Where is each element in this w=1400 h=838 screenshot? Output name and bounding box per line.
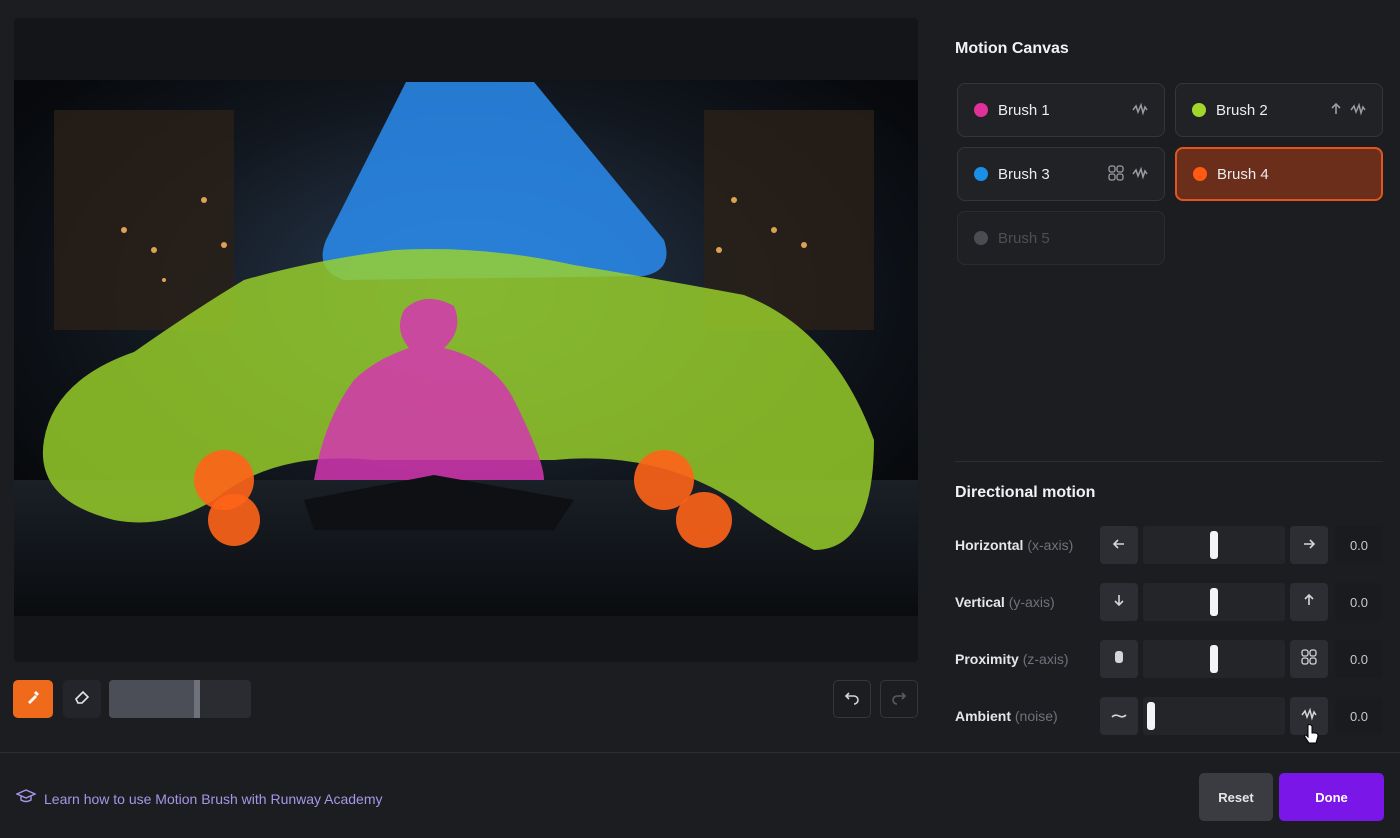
brush-name: Brush 3 bbox=[998, 165, 1050, 183]
vertical-label-axis: (y-axis) bbox=[1008, 594, 1055, 610]
arrow-up-icon bbox=[1330, 102, 1342, 119]
ambient-label: Ambient (noise) bbox=[955, 708, 1058, 724]
brush-motion-icons bbox=[1330, 102, 1366, 119]
undo-button[interactable] bbox=[833, 680, 871, 718]
brush-name: Brush 4 bbox=[1217, 165, 1269, 183]
motion-canvas[interactable] bbox=[14, 18, 918, 662]
proximity-value-input[interactable]: 0.0 bbox=[1335, 640, 1383, 678]
brush-color-dot bbox=[1193, 167, 1207, 181]
section-divider bbox=[955, 461, 1383, 462]
brush-motion-icons bbox=[1132, 102, 1148, 119]
mouse-cursor-icon bbox=[1304, 724, 1319, 744]
done-button[interactable]: Done bbox=[1279, 773, 1384, 821]
reset-button[interactable]: Reset bbox=[1199, 773, 1273, 821]
arrow-left-icon bbox=[1112, 537, 1126, 554]
noise-icon bbox=[1132, 166, 1148, 183]
horizontal-label-main: Horizontal bbox=[955, 537, 1024, 553]
brush-size-slider[interactable] bbox=[109, 680, 251, 718]
learn-link[interactable]: Learn how to use Motion Brush with Runwa… bbox=[15, 788, 383, 809]
eraser-icon bbox=[73, 688, 91, 711]
horizontal-label: Horizontal (x-axis) bbox=[955, 537, 1073, 553]
brush-card-3[interactable]: Brush 3 bbox=[957, 147, 1165, 201]
brush-size-fill bbox=[109, 680, 197, 718]
grid-icon bbox=[1301, 649, 1317, 669]
brush-icon bbox=[24, 688, 42, 711]
vertical-increase-button[interactable] bbox=[1290, 583, 1328, 621]
proximity-label-axis: (z-axis) bbox=[1022, 651, 1069, 667]
brush-size-knob[interactable] bbox=[194, 680, 200, 718]
ambient-decrease-button[interactable] bbox=[1100, 697, 1138, 735]
horizontal-slider[interactable] bbox=[1143, 526, 1285, 564]
horizontal-label-axis: (x-axis) bbox=[1027, 537, 1074, 553]
redo-button[interactable] bbox=[880, 680, 918, 718]
arrow-down-icon bbox=[1113, 593, 1125, 611]
horizontal-value-input[interactable]: 0.0 bbox=[1335, 526, 1383, 564]
ambient-slider-thumb[interactable] bbox=[1147, 702, 1155, 730]
brush-name: Brush 1 bbox=[998, 101, 1050, 119]
horizontal-decrease-button[interactable] bbox=[1100, 526, 1138, 564]
brush-card-5[interactable]: Brush 5 bbox=[957, 211, 1165, 265]
redo-icon bbox=[891, 689, 907, 710]
recede-icon bbox=[1113, 649, 1125, 669]
brush-card-1[interactable]: Brush 1 bbox=[957, 83, 1165, 137]
noise-icon bbox=[1132, 102, 1148, 119]
directional-motion-title: Directional motion bbox=[955, 484, 1096, 501]
proximity-slider[interactable] bbox=[1143, 640, 1285, 678]
arrow-right-icon bbox=[1302, 537, 1316, 554]
panel-title: Motion Canvas bbox=[955, 40, 1069, 57]
scene-image[interactable] bbox=[14, 80, 918, 616]
vertical-slider-thumb[interactable] bbox=[1210, 588, 1218, 616]
horizontal-motion-row: Horizontal (x-axis) 0.0 bbox=[955, 526, 1385, 564]
proximity-decrease-button[interactable] bbox=[1100, 640, 1138, 678]
vertical-label-main: Vertical bbox=[955, 594, 1005, 610]
noise-icon bbox=[1350, 102, 1366, 119]
ambient-value-input[interactable]: 0.0 bbox=[1335, 697, 1383, 735]
vertical-value-input[interactable]: 0.0 bbox=[1335, 583, 1383, 621]
proximity-icon bbox=[1108, 164, 1124, 184]
brush-name: Brush 5 bbox=[998, 229, 1050, 247]
brush-color-dot bbox=[974, 103, 988, 117]
ambient-label-main: Ambient bbox=[955, 708, 1011, 724]
proximity-label: Proximity (z-axis) bbox=[955, 651, 1069, 667]
arrow-up-icon bbox=[1303, 593, 1315, 611]
ambient-label-axis: (noise) bbox=[1014, 708, 1058, 724]
vertical-decrease-button[interactable] bbox=[1100, 583, 1138, 621]
brush-motion-icons bbox=[1108, 164, 1148, 184]
brush-tool-button[interactable] bbox=[13, 680, 53, 718]
eraser-tool-button[interactable] bbox=[63, 680, 101, 718]
proximity-increase-button[interactable] bbox=[1290, 640, 1328, 678]
vertical-slider[interactable] bbox=[1143, 583, 1285, 621]
brush-name: Brush 2 bbox=[1216, 101, 1268, 119]
vertical-motion-row: Vertical (y-axis) 0.0 bbox=[955, 583, 1385, 621]
ambient-slider[interactable] bbox=[1143, 697, 1285, 735]
undo-icon bbox=[844, 689, 860, 710]
flat-line-icon bbox=[1111, 708, 1127, 725]
brush-color-dot bbox=[1192, 103, 1206, 117]
brush-card-2[interactable]: Brush 2 bbox=[1175, 83, 1383, 137]
horizontal-increase-button[interactable] bbox=[1290, 526, 1328, 564]
brush-color-dot bbox=[974, 167, 988, 181]
learn-link-text: Learn how to use Motion Brush with Runwa… bbox=[44, 790, 383, 807]
brush-card-4[interactable]: Brush 4 bbox=[1175, 147, 1383, 201]
brush-color-dot bbox=[974, 231, 988, 245]
proximity-label-main: Proximity bbox=[955, 651, 1019, 667]
proximity-motion-row: Proximity (z-axis) 0.0 bbox=[955, 640, 1385, 678]
vertical-label: Vertical (y-axis) bbox=[955, 594, 1055, 610]
graduation-cap-icon bbox=[15, 788, 37, 809]
proximity-slider-thumb[interactable] bbox=[1210, 645, 1218, 673]
horizontal-slider-thumb[interactable] bbox=[1210, 531, 1218, 559]
